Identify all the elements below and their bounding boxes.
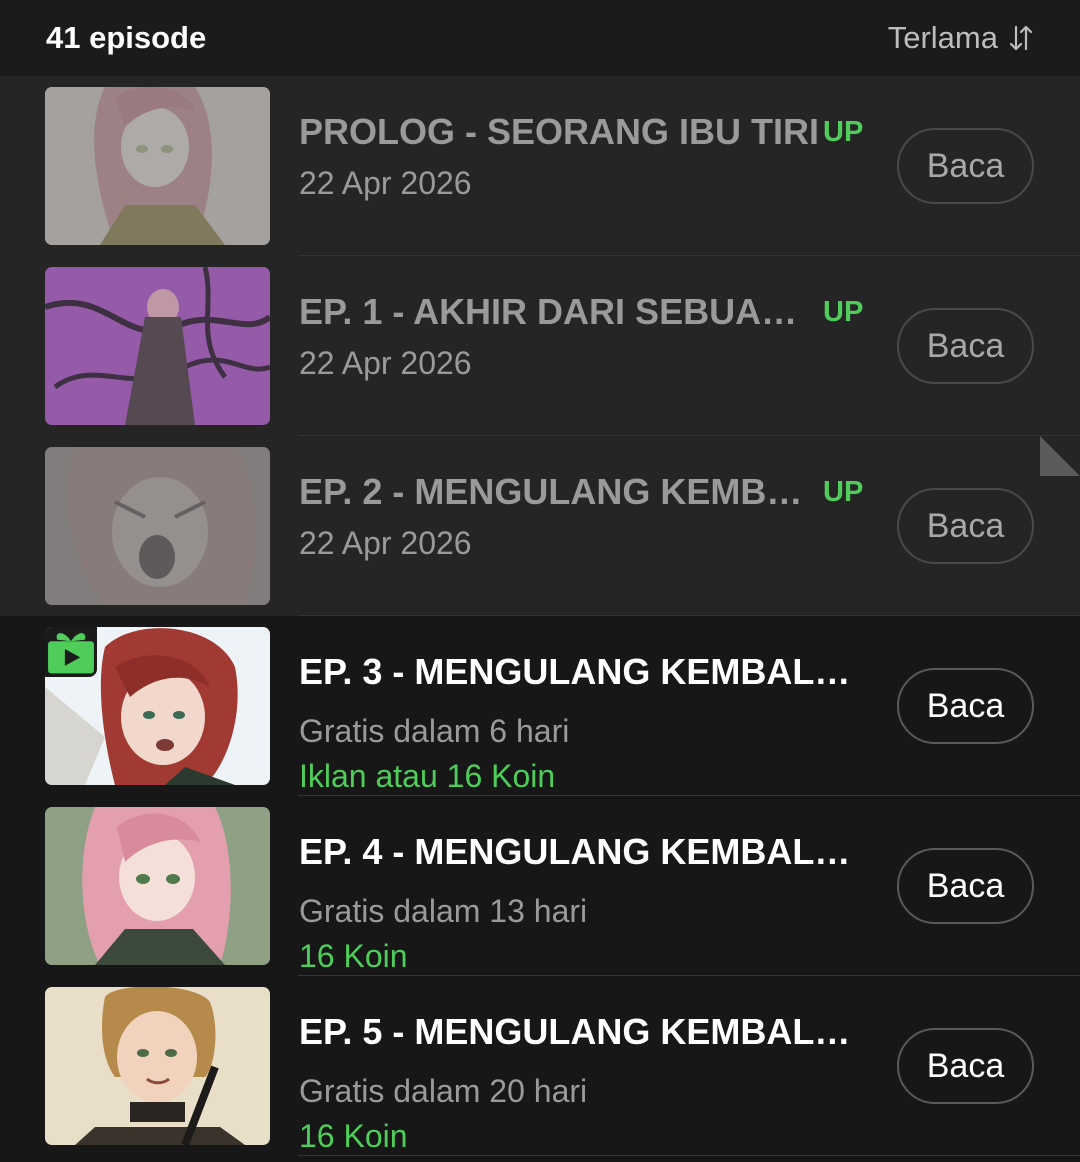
episode-row[interactable]: EP. 4 - MENGULANG KEMBALI… Gratis dalam … [0, 796, 1080, 976]
read-button[interactable]: Baca [897, 488, 1034, 564]
episode-thumbnail [45, 987, 270, 1145]
read-button[interactable]: Baca [897, 308, 1034, 384]
episode-date: 22 Apr 2026 [299, 165, 472, 201]
episode-title: EP. 3 - MENGULANG KEMBALI… [299, 651, 857, 692]
episode-price: Iklan atau 16 Koin [299, 758, 556, 794]
up-badge: UP [823, 296, 864, 328]
episode-list-header: 41 episode Terlama [0, 0, 1080, 76]
up-badge: UP [823, 476, 864, 508]
sort-icon [1009, 25, 1033, 51]
episode-thumbnail [45, 627, 270, 785]
read-button[interactable]: Baca [897, 668, 1034, 744]
sort-label: Terlama [887, 20, 998, 55]
free-countdown: Gratis dalam 6 hari [299, 713, 570, 749]
read-button[interactable]: Baca [897, 1028, 1034, 1104]
episode-title: EP. 1 - AKHIR DARI SEBUAH… [299, 291, 819, 332]
episode-count: 41 episode [46, 20, 207, 55]
read-button[interactable]: Baca [897, 848, 1034, 924]
sort-toggle[interactable]: Terlama [888, 20, 1034, 56]
up-badge: UP [823, 116, 864, 148]
episode-row[interactable]: EP. 3 - MENGULANG KEMBALI… Gratis dalam … [0, 616, 1080, 796]
episode-thumbnail [45, 87, 270, 245]
episode-date: 22 Apr 2026 [299, 525, 472, 561]
gift-icon [48, 633, 94, 674]
episode-thumbnail [45, 267, 270, 425]
row-divider [298, 1155, 1080, 1156]
episode-price: 16 Koin [299, 938, 408, 974]
episode-row[interactable]: PROLOG - SEORANG IBU TIRI UP 22 Apr 2026… [0, 76, 1080, 256]
episode-row[interactable]: EP. 2 - MENGULANG KEMB… UP 22 Apr 2026 B… [0, 436, 1080, 616]
gift-badge [45, 627, 97, 677]
episode-thumbnail [45, 447, 270, 605]
episode-thumbnail [45, 807, 270, 965]
episode-row[interactable]: EP. 5 - MENGULANG KEMBALI… Gratis dalam … [0, 976, 1080, 1156]
episode-title: PROLOG - SEORANG IBU TIRI [299, 111, 819, 152]
episode-date: 22 Apr 2026 [299, 345, 472, 381]
page-fold-decoration [1040, 436, 1080, 476]
episode-title: EP. 4 - MENGULANG KEMBALI… [299, 831, 857, 872]
episode-list: PROLOG - SEORANG IBU TIRI UP 22 Apr 2026… [0, 76, 1080, 1156]
episode-price: 16 Koin [299, 1118, 408, 1154]
episode-row[interactable]: EP. 1 - AKHIR DARI SEBUAH… UP 22 Apr 202… [0, 256, 1080, 436]
read-button[interactable]: Baca [897, 128, 1034, 204]
episode-title: EP. 2 - MENGULANG KEMB… [299, 471, 803, 512]
free-countdown: Gratis dalam 13 hari [299, 893, 588, 929]
episode-title: EP. 5 - MENGULANG KEMBALI… [299, 1011, 857, 1052]
free-countdown: Gratis dalam 20 hari [299, 1073, 588, 1109]
